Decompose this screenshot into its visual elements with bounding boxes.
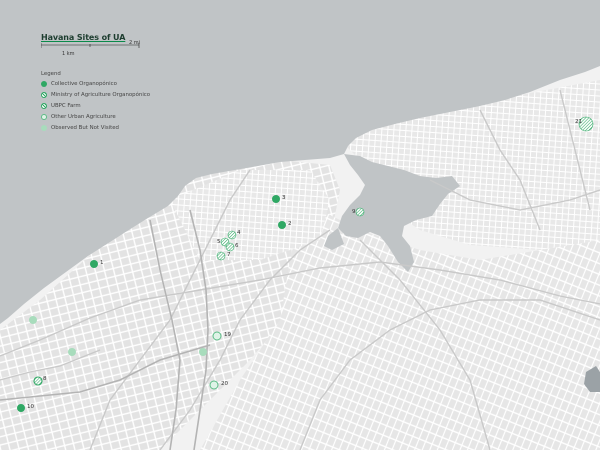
site-marker[interactable] bbox=[17, 404, 25, 412]
site-marker[interactable] bbox=[355, 207, 365, 217]
site-marker[interactable] bbox=[578, 116, 594, 132]
site-marker[interactable] bbox=[209, 380, 219, 390]
site-marker[interactable] bbox=[199, 348, 207, 356]
map[interactable]: Havana Sites of UA 1 km 2 mi Legend Coll… bbox=[0, 0, 600, 450]
site-marker[interactable] bbox=[68, 348, 76, 356]
site-marker[interactable] bbox=[225, 242, 235, 252]
site-marker[interactable] bbox=[212, 331, 222, 341]
site-marker[interactable] bbox=[227, 230, 237, 240]
site-marker[interactable] bbox=[272, 195, 280, 203]
site-marker[interactable] bbox=[33, 376, 43, 386]
site-marker[interactable] bbox=[278, 221, 286, 229]
site-marker[interactable] bbox=[90, 260, 98, 268]
site-marker[interactable] bbox=[29, 316, 37, 324]
site-marker[interactable] bbox=[216, 251, 226, 261]
map-canvas[interactable] bbox=[0, 0, 600, 450]
